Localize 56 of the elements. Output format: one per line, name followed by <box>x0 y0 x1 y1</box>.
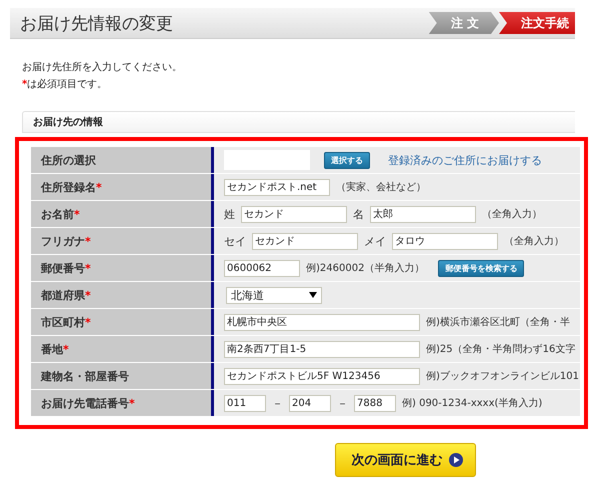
hint-text: （全角入力） <box>504 234 564 248</box>
required-mark: * <box>85 262 91 274</box>
input-label: 姓 <box>224 206 235 222</box>
field-label: 番地 <box>41 342 63 356</box>
input-field[interactable]: セカンド <box>241 206 347 222</box>
field-label: 市区町村 <box>41 314 85 330</box>
field-label: お届け先電話番号 <box>41 396 129 410</box>
input-field[interactable]: 南2条西7丁目1-5 <box>224 340 420 358</box>
play-icon <box>448 453 462 467</box>
input-field[interactable]: セカンド <box>252 232 358 250</box>
required-mark: * <box>74 208 80 220</box>
hint-text: 例)2460002（半角入力） <box>306 262 424 275</box>
hint-text: （実家、会社など） <box>336 180 426 194</box>
caret-icon <box>309 292 317 298</box>
input-label: メイ <box>364 234 386 248</box>
input-field[interactable]: タロウ <box>392 232 498 250</box>
input-field[interactable]: 0600062 <box>224 260 300 276</box>
required-mark: * <box>85 316 91 328</box>
field-label: 都道府県 <box>41 288 85 302</box>
input-label: セイ <box>224 234 246 248</box>
field-label: 建物名・部屋番号 <box>41 368 129 384</box>
field-label: 住所登録名 <box>41 180 96 194</box>
section-title: お届け先の情報 <box>33 116 103 129</box>
required-mark: * <box>85 288 91 302</box>
required-mark: * <box>129 396 135 410</box>
input-label: 名 <box>353 206 364 222</box>
input-field[interactable]: 太郎 <box>370 206 476 222</box>
field-label: 住所の選択 <box>41 152 96 168</box>
hint-text: （全角入力） <box>482 208 542 221</box>
prefecture-dropdown[interactable]: 北海道 <box>226 286 322 304</box>
input-label: － <box>337 396 348 410</box>
required-mark: * <box>22 78 28 92</box>
input-field[interactable]: セカンドポストビル5F W123456 <box>224 368 420 384</box>
hint-text: 例)横浜市瀬谷区北町（全角・半 <box>426 316 570 329</box>
select-button[interactable]: 郵便番号を検索する <box>438 260 524 276</box>
hint-text: 例)ブックオフオンラインビル101 <box>426 370 579 383</box>
input-field[interactable]: 札幌市中央区 <box>224 314 420 330</box>
field-label: お名前 <box>41 206 74 222</box>
input-field[interactable]: 011 <box>224 394 266 412</box>
required-mark: * <box>63 342 69 356</box>
input-field[interactable]: セカンドポスト.net <box>224 178 330 196</box>
required-mark: * <box>96 180 102 194</box>
field-label: フリガナ <box>41 234 85 248</box>
hint-text: 例)25（全角・半角問わず16文字 <box>426 342 576 356</box>
next-button[interactable]: 次の画面に進む <box>334 443 476 477</box>
required-note: は必須項目です。 <box>27 78 108 92</box>
select-button[interactable]: 選択する <box>324 152 370 168</box>
required-mark: * <box>85 234 91 248</box>
field-label: 郵便番号 <box>41 260 85 276</box>
input-label: － <box>272 396 283 410</box>
input-field[interactable]: 204 <box>289 394 331 412</box>
saved-address-link[interactable]: 登録済みのご住所にお届けする <box>388 152 542 168</box>
instruction-text: お届け先住所を入力してください。 <box>22 60 183 75</box>
page-title: お届け先情報の変更 <box>19 12 173 34</box>
input-field[interactable]: 7888 <box>354 394 396 412</box>
hint-text: 例) 090-1234-xxxx(半角入力) <box>402 396 542 410</box>
